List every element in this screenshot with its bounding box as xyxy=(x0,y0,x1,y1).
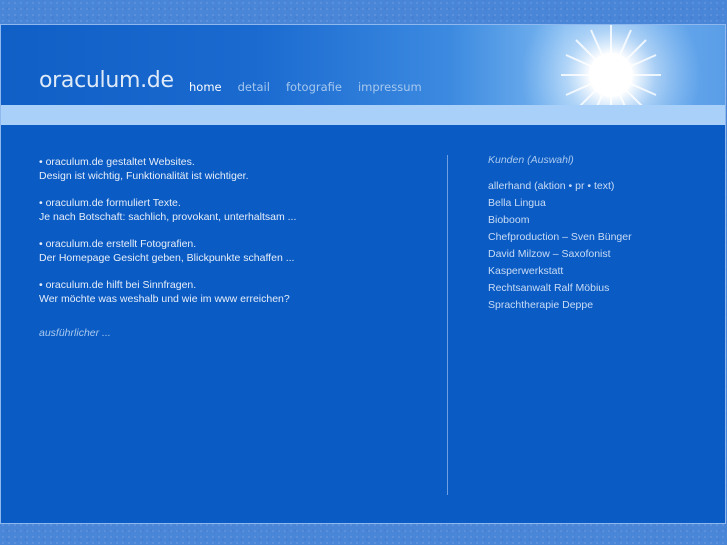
client-item[interactable]: Sprachtherapie Deppe xyxy=(488,297,718,314)
client-item[interactable]: David Milzow – Saxofonist xyxy=(488,246,718,263)
column-divider xyxy=(447,155,448,495)
intro-block-texte: • oraculum.de formuliert Texte. Je nach … xyxy=(39,196,419,224)
intro-headline: • oraculum.de hilft bei Sinnfragen. xyxy=(39,279,197,291)
more-link[interactable]: ausführlicher ... xyxy=(39,326,419,340)
client-item[interactable]: Chefproduction – Sven Bünger xyxy=(488,229,718,246)
clients-panel: Kunden (Auswahl) allerhand (aktion • pr … xyxy=(488,154,718,314)
nav-home[interactable]: home xyxy=(189,80,222,94)
intro-headline: • oraculum.de formuliert Texte. xyxy=(39,197,181,209)
intro-headline: • oraculum.de gestaltet Websites. xyxy=(39,156,195,168)
clients-heading: Kunden (Auswahl) xyxy=(488,154,574,166)
client-item[interactable]: Bioboom xyxy=(488,212,718,229)
header-band xyxy=(1,105,725,125)
intro-block-fotografien: • oraculum.de erstellt Fotografien. Der … xyxy=(39,237,419,265)
site-logo[interactable]: oraculum.de xyxy=(39,68,174,93)
intro-text: Wer möchte was weshalb und wie im www er… xyxy=(39,293,290,305)
clients-list: allerhand (aktion • pr • text) Bella Lin… xyxy=(488,178,718,314)
client-item[interactable]: Kasperwerkstatt xyxy=(488,263,718,280)
intro-block-websites: • oraculum.de gestaltet Websites. Design… xyxy=(39,155,419,183)
page-frame: oraculum.de home detail fotografie impre… xyxy=(0,24,726,524)
intro-text: Je nach Botschaft: sachlich, provokant, … xyxy=(39,211,297,223)
nav-detail[interactable]: detail xyxy=(238,80,270,94)
intro-text: Der Homepage Gesicht geben, Blickpunkte … xyxy=(39,252,295,264)
main-content: • oraculum.de gestaltet Websites. Design… xyxy=(39,155,419,340)
client-item[interactable]: allerhand (aktion • pr • text) xyxy=(488,178,718,195)
main-nav: home detail fotografie impressum xyxy=(189,80,422,94)
nav-fotografie[interactable]: fotografie xyxy=(286,80,342,94)
header-banner: oraculum.de home detail fotografie impre… xyxy=(1,25,725,105)
intro-block-sinnfragen: • oraculum.de hilft bei Sinnfragen. Wer … xyxy=(39,278,419,306)
client-item[interactable]: Bella Lingua xyxy=(488,195,718,212)
client-item[interactable]: Rechtsanwalt Ralf Möbius xyxy=(488,280,718,297)
intro-text: Design ist wichtig, Funktionalität ist w… xyxy=(39,170,249,182)
nav-impressum[interactable]: impressum xyxy=(358,80,422,94)
sun-icon xyxy=(521,25,701,105)
intro-headline: • oraculum.de erstellt Fotografien. xyxy=(39,238,197,250)
